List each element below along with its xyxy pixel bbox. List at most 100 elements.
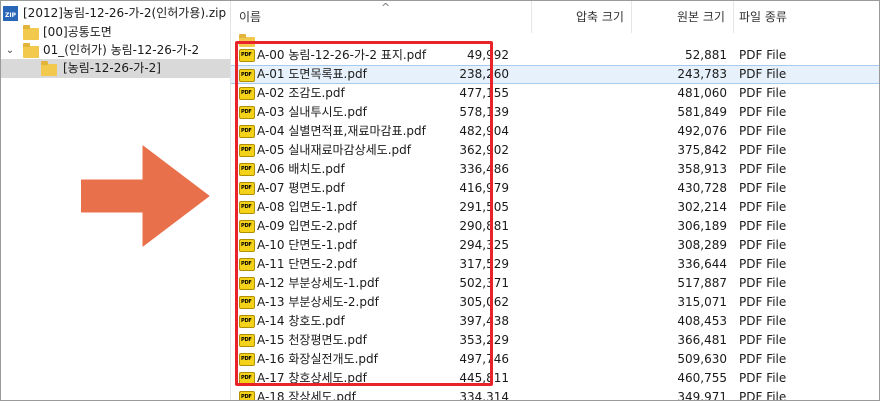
pdf-file-icon [239,391,255,400]
file-type: PDF File [739,162,787,176]
compressed-size: 578,139 [459,105,509,119]
column-divider[interactable] [733,1,734,33]
file-type: PDF File [739,276,787,290]
original-size: 408,453 [677,314,727,328]
sort-ascending-icon: ^ [381,1,391,14]
compressed-size: 49,992 [467,48,509,62]
file-type: PDF File [739,86,787,100]
chevron-down-icon[interactable]: ⌄ [3,41,17,60]
pdf-file-icon [239,69,255,82]
compressed-size: 397,438 [459,314,509,328]
table-row[interactable]: A-06 배치도.pdf 336,486 358,913 PDF File [231,160,879,179]
compressed-size: 336,486 [459,162,509,176]
compressed-size: 294,325 [459,238,509,252]
compressed-size: 238,260 [459,67,509,81]
column-name[interactable]: 이름 [239,1,261,33]
compressed-size: 497,746 [459,352,509,366]
table-row[interactable]: A-04 실별면적표,재료마감표.pdf 482,904 492,076 PDF Fi… [231,122,879,141]
compressed-size: 353,229 [459,333,509,347]
pdf-file-icon [239,296,255,309]
original-size: 336,644 [677,257,727,271]
pdf-file-icon [239,277,255,290]
table-row[interactable]: A-05 실내재료마감상세도.pdf 362,902 375,842 PDF File [231,141,879,160]
table-row[interactable]: A-15 천장평면도.pdf 353,229 366,481 PDF File [231,331,879,350]
folder-icon [23,43,39,58]
file-name: A-13 부분상세도-2.pdf [257,295,379,309]
original-size: 509,630 [677,352,727,366]
file-name: A-08 입면도-1.pdf [257,200,357,214]
compressed-size: 482,904 [459,124,509,138]
column-original[interactable]: 원본 크기 [677,1,725,33]
table-row[interactable]: A-13 부분상세도-2.pdf 305,062 315,071 PDF File [231,293,879,312]
original-size: 243,783 [677,67,727,81]
pdf-file-icon [239,144,255,157]
table-row[interactable]: A-17 창호상세도.pdf 445,811 460,755 PDF File [231,369,879,388]
tree-item-selected[interactable]: [농림-12-26-가-2] [1,59,230,78]
file-type: PDF File [739,124,787,138]
original-size: 517,887 [677,276,727,290]
compressed-size: 317,529 [459,257,509,271]
file-name: A-04 실별면적표,재료마감표.pdf [257,124,426,138]
table-row[interactable]: A-02 조감도.pdf 477,155 481,060 PDF File [231,84,879,103]
file-type: PDF File [739,48,787,62]
compressed-size: 445,811 [459,371,509,385]
table-row[interactable]: A-00 농림-12-26-가-2 표지.pdf 49,992 52,881 PDF … [231,46,879,65]
file-name: A-10 단면도-1.pdf [257,238,357,252]
table-row[interactable]: A-09 입면도-2.pdf 290,881 306,189 PDF File [231,217,879,236]
pdf-file-icon [239,182,255,195]
pdf-file-icon [239,49,255,62]
table-row[interactable]: A-18 장상세도.pdf 334,314 349,971 PDF File [231,388,879,401]
table-row[interactable]: A-11 단면도-2.pdf 317,529 336,644 PDF File [231,255,879,274]
column-compressed[interactable]: 압축 크기 [576,1,624,33]
original-size: 375,842 [677,143,727,157]
tree-item-label: [00]공통도면 [43,25,112,39]
file-type: PDF File [739,333,787,347]
file-name: A-00 농림-12-26-가-2 표지.pdf [257,48,427,62]
file-name: A-05 실내재료마감상세도.pdf [257,143,411,157]
original-size: 349,971 [677,390,727,401]
table-row-selected[interactable]: A-01 도면목록표.pdf 238,260 243,783 PDF File [231,65,879,84]
table-row[interactable]: A-16 화장실전개도.pdf 497,746 509,630 PDF File [231,350,879,369]
file-type: PDF File [739,105,787,119]
compressed-size: 305,062 [459,295,509,309]
file-type: PDF File [739,67,787,81]
compressed-size: 502,371 [459,276,509,290]
compressed-size: 477,155 [459,86,509,100]
file-name: A-16 화장실전개도.pdf [257,352,378,366]
file-type: PDF File [739,200,787,214]
file-name: A-03 실내투시도.pdf [257,105,367,119]
file-name: A-06 배치도.pdf [257,162,345,176]
original-size: 430,728 [677,181,727,195]
pdf-file-icon [239,87,255,100]
original-size: 52,881 [685,48,727,62]
file-name: A-15 천장평면도.pdf [257,333,367,347]
original-size: 460,755 [677,371,727,385]
file-name: A-01 도면목록표.pdf [257,67,367,81]
column-header: ^ 이름 압축 크기 원본 크기 파일 종류 [231,1,879,33]
original-size: 366,481 [677,333,727,347]
table-row[interactable]: A-10 단면도-1.pdf 294,325 308,289 PDF File [231,236,879,255]
file-name: A-11 단면도-2.pdf [257,257,357,271]
column-divider[interactable] [531,1,532,33]
original-size: 581,849 [677,105,727,119]
file-name: A-07 평면도.pdf [257,181,345,195]
pdf-file-icon [239,353,255,366]
file-type: PDF File [739,257,787,271]
file-type: PDF File [739,390,787,401]
file-type: PDF File [739,219,787,233]
table-row[interactable]: A-14 창호도.pdf 397,438 408,453 PDF File [231,312,879,331]
original-size: 302,214 [677,200,727,214]
original-size: 492,076 [677,124,727,138]
column-type[interactable]: 파일 종류 [739,1,787,33]
file-type: PDF File [739,143,787,157]
column-divider[interactable] [631,1,632,33]
table-row[interactable]: A-12 부분상세도-1.pdf 502,371 517,887 PDF File [231,274,879,293]
pdf-file-icon [239,258,255,271]
table-row[interactable]: A-03 실내투시도.pdf 578,139 581,849 PDF File [231,103,879,122]
pdf-file-icon [239,315,255,328]
table-row[interactable]: A-08 입면도-1.pdf 291,505 302,214 PDF File [231,198,879,217]
compressed-size: 290,881 [459,219,509,233]
pdf-file-icon [239,239,255,252]
table-row[interactable]: A-07 평면도.pdf 416,979 430,728 PDF File [231,179,879,198]
arrow-right-icon [81,145,210,247]
